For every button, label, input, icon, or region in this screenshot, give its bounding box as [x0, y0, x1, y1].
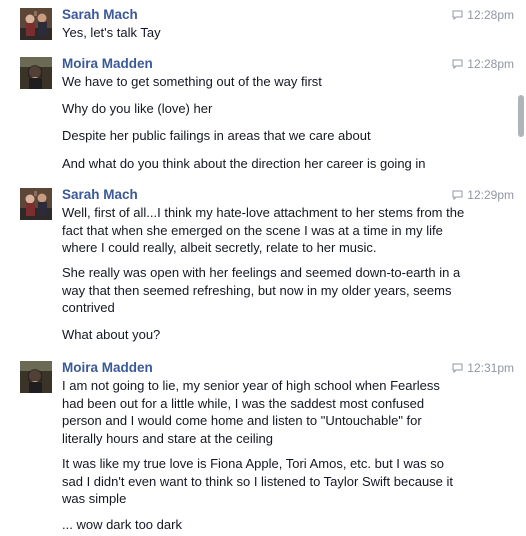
message-text: And what do you think about the directio… [62, 156, 426, 171]
sarah-avatar[interactable] [20, 188, 52, 220]
message-text: Despite her public failings in areas tha… [62, 128, 371, 143]
speech-bubble-icon [452, 190, 463, 200]
message-timestamp: 12:31pm [452, 360, 514, 376]
timestamp-text: 12:31pm [467, 361, 514, 375]
moira-avatar[interactable] [20, 57, 52, 89]
message-text: Well, first of all...I think my hate-lov… [62, 205, 465, 255]
scrollbar-thumb[interactable] [518, 95, 524, 137]
sender-name[interactable]: Sarah Mach [62, 186, 138, 204]
timestamp-text: 12:29pm [467, 188, 514, 202]
message-timestamp: 12:29pm [452, 187, 514, 203]
moira-avatar[interactable] [20, 361, 52, 393]
message-text: Yes, let's talk Tay [62, 25, 161, 40]
sender-name[interactable]: Moira Madden [62, 359, 153, 377]
message-timestamp: 12:28pm [452, 56, 514, 72]
message-text: I am not going to lie, my senior year of… [62, 378, 440, 446]
scrollbar-track[interactable] [517, 0, 526, 536]
timestamp-text: 12:28pm [467, 8, 514, 22]
speech-bubble-icon [452, 10, 463, 20]
message-text: ... wow dark too dark [62, 517, 182, 532]
chat-conversation: Sarah Mach 12:28pm Yes, let's talk Tay M… [0, 0, 526, 536]
message-text: What about you? [62, 327, 161, 342]
timestamp-text: 12:28pm [467, 57, 514, 71]
message-text: We have to get something out of the way … [62, 74, 322, 89]
sender-name[interactable]: Moira Madden [62, 55, 153, 73]
message-text: It was like my true love is Fiona Apple,… [62, 456, 454, 506]
sarah-avatar[interactable] [20, 8, 52, 40]
message-text: She really was open with her feelings an… [62, 265, 461, 315]
sender-name[interactable]: Sarah Mach [62, 6, 138, 24]
message-timestamp: 12:28pm [452, 7, 514, 23]
speech-bubble-icon [452, 363, 463, 373]
message-text: Why do you like (love) her [62, 101, 213, 116]
speech-bubble-icon [452, 59, 463, 69]
